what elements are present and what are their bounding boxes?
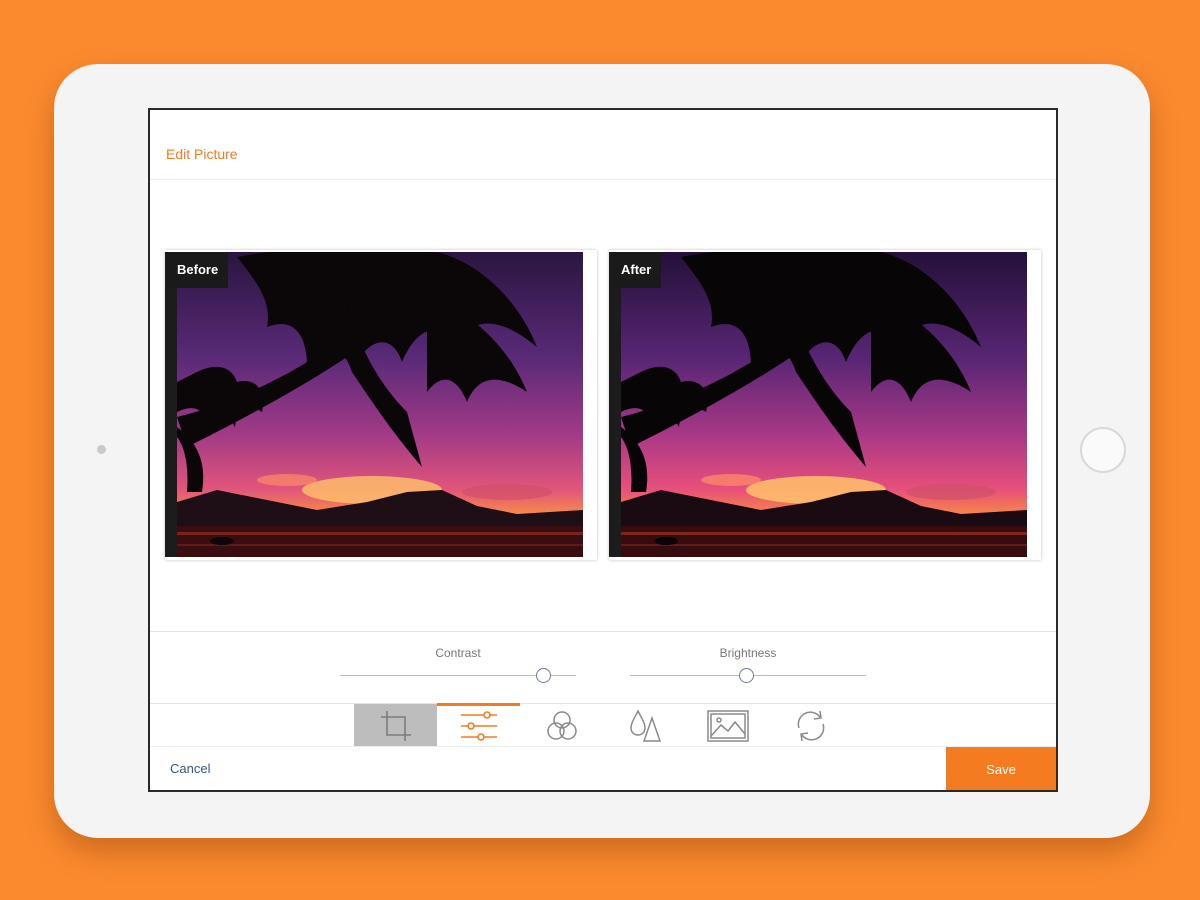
before-photo (177, 252, 583, 557)
tool-bar (150, 703, 1056, 747)
after-photo (621, 252, 1027, 557)
image-icon (706, 709, 749, 742)
photo-edge (165, 252, 177, 557)
color-circles-icon (546, 710, 577, 740)
contrast-slider-group: Contrast (340, 632, 576, 704)
edit-picture-dialog: Edit Picture Before After Contrast Brigh… (148, 108, 1058, 792)
rotate-tool-button[interactable] (769, 704, 852, 747)
drops-icon (629, 708, 661, 742)
dialog-header: Edit Picture (150, 110, 1056, 180)
brightness-slider-group: Brightness (630, 632, 866, 704)
camera-dot (97, 445, 106, 454)
adjustment-panel: Contrast Brightness (150, 631, 1056, 703)
image-tool-button[interactable] (686, 704, 769, 747)
contrast-slider-thumb[interactable] (535, 668, 551, 683)
adjust-tool-button[interactable] (437, 703, 520, 747)
dialog-title: Edit Picture (166, 146, 238, 162)
sliders-icon (460, 710, 497, 741)
dialog-footer: Cancel Save (150, 746, 1056, 790)
cancel-button[interactable]: Cancel (170, 761, 210, 776)
brightness-slider-thumb[interactable] (738, 668, 754, 683)
contrast-label: Contrast (435, 646, 481, 660)
crop-tool-button[interactable] (354, 704, 437, 747)
photo-edge (609, 252, 621, 557)
rotate-icon (797, 710, 824, 741)
after-preview: After (609, 250, 1041, 560)
brightness-label: Brightness (719, 646, 777, 660)
before-preview: Before (165, 250, 597, 560)
after-label: After (611, 252, 662, 288)
before-label: Before (167, 252, 229, 288)
filters-tool-button[interactable] (520, 704, 603, 747)
home-button[interactable] (1080, 427, 1126, 473)
drops-tool-button[interactable] (603, 704, 686, 747)
crop-icon (380, 710, 411, 741)
save-button[interactable]: Save (946, 747, 1056, 790)
